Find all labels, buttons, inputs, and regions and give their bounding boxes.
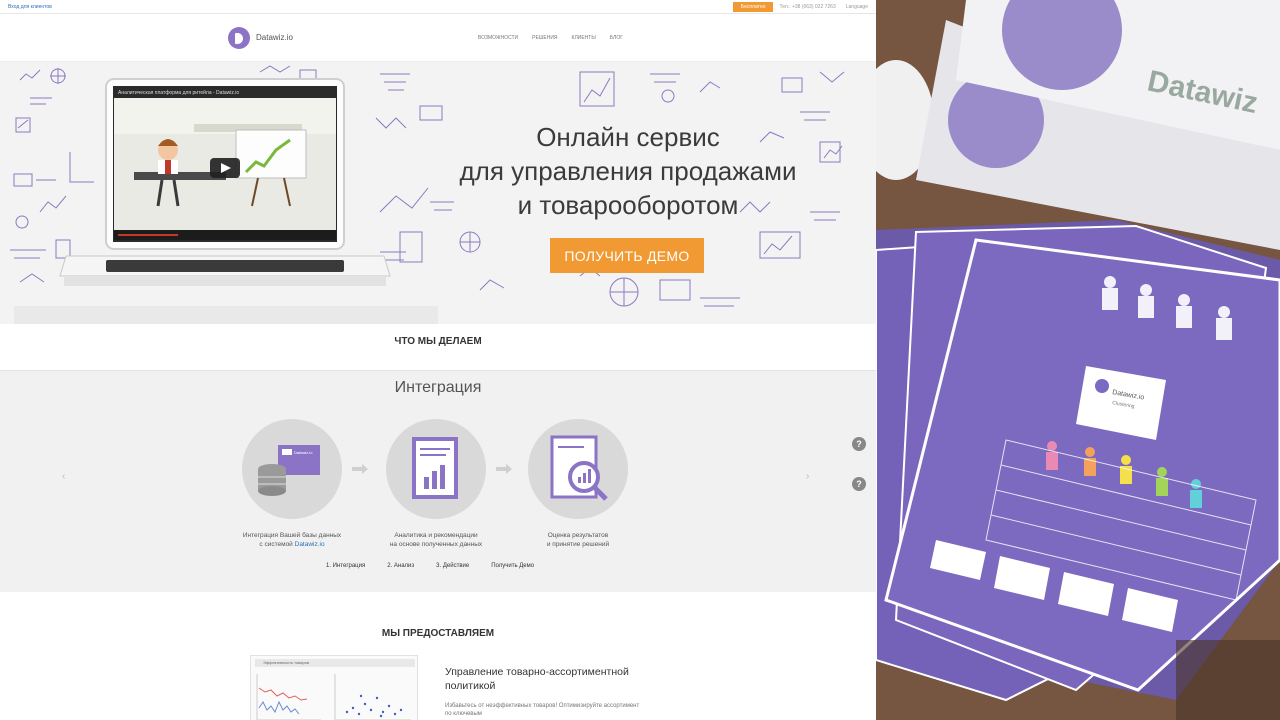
magnifier-chart-icon: [550, 435, 608, 501]
chart-thumbnail: [256, 674, 411, 720]
phone-number: Тел.: +38 (063) 022 7263: [779, 3, 836, 10]
database-icon: Datawiz.io: [258, 445, 320, 496]
product-efficiency-chart: Эффективность товаров: [250, 655, 418, 720]
tab-analysis[interactable]: 2. Анализ: [387, 563, 414, 569]
help-icon[interactable]: ?: [852, 477, 866, 491]
hero-title-line-1: Онлайн сервис: [536, 122, 720, 152]
help-icon[interactable]: ?: [852, 437, 866, 451]
arrow-right-icon: [496, 464, 512, 474]
logo-icon[interactable]: [228, 26, 250, 49]
tab-action[interactable]: 3. Действие: [436, 563, 469, 569]
report-icon: [412, 437, 458, 499]
we-provide-title: МЫ ПРЕДОСТАВЛЯЕМ: [381, 628, 495, 639]
language-selector[interactable]: Language: [846, 4, 868, 10]
integration-section: Интеграция ‹ › Datawiz.io Интеграция Ваш…: [0, 370, 876, 592]
tab-integration[interactable]: 1. Интеграция: [326, 563, 365, 569]
get-demo-button[interactable]: ПОЛУЧИТЬ ДЕМО: [550, 238, 704, 273]
nav-item-blog[interactable]: Блог: [610, 35, 623, 41]
datawiz-link[interactable]: Datawiz.io: [295, 541, 325, 548]
step-1-caption-prefix: с системой: [259, 541, 295, 548]
hero-title: Онлайн сервис для управления продажами и…: [418, 120, 838, 222]
step-3-caption: Оценка результатов и принятие решений: [508, 531, 648, 549]
step-2-caption: Аналитика и рекомендации на основе получ…: [366, 531, 506, 549]
flyers-photo-illustration: Datawiz Datawiz.io Clustering: [876, 0, 1280, 720]
mini-logo-text: Datawiz.io: [294, 450, 313, 455]
chart-header: Эффективность товаров: [255, 659, 415, 667]
integration-step-1-circle[interactable]: Datawiz.io: [242, 419, 342, 519]
arrow-right-icon: [352, 464, 368, 474]
step-2-caption-line-1: Аналитика и рекомендации: [394, 532, 478, 539]
composite-image: Вход для клиентов Бесплатно Тел.: +38 (0…: [0, 0, 1280, 720]
logo-text[interactable]: Datawiz.io: [256, 33, 293, 42]
tab-get-demo[interactable]: Получить Демо: [491, 563, 534, 569]
step-1-caption-line-1: Интеграция Вашей базы данных: [242, 532, 342, 539]
integration-tabs: 1. Интеграция 2. Анализ 3. Действие Полу…: [326, 563, 534, 569]
step-1-caption-line-2: с системой Datawiz.io: [222, 540, 362, 549]
laptop-illustration: Аналитическая платформа для ритейла - Da…: [14, 78, 438, 324]
nav-item-solutions[interactable]: Решения: [532, 35, 557, 41]
client-login-link[interactable]: Вход для клиентов: [8, 4, 52, 10]
integration-step-3-circle[interactable]: [528, 419, 628, 519]
printed-materials-photo: Datawiz Datawiz.io Clustering: [876, 0, 1280, 720]
main-nav: Возможности Решения Клиенты Блог: [478, 35, 623, 41]
step-1-caption: Интеграция Вашей базы данных с системой …: [222, 531, 362, 549]
step-2-caption-line-2: на основе полученных данных: [389, 541, 483, 548]
slider-prev-icon[interactable]: ‹: [62, 471, 65, 482]
what-we-do-title: ЧТО МЫ ДЕЛАЕМ: [394, 336, 482, 347]
hero-title-line-2: для управления продажами: [459, 156, 797, 186]
provide-text: Избавьтесь от неэффективных товаров! Опт…: [445, 703, 640, 717]
nav-item-clients[interactable]: Клиенты: [572, 35, 596, 41]
nav-item-features[interactable]: Возможности: [478, 35, 518, 41]
hero-section: Аналитическая платформа для ритейла - Da…: [0, 62, 876, 324]
slider-next-icon[interactable]: ›: [806, 471, 809, 482]
call-button[interactable]: Бесплатно: [732, 1, 774, 12]
top-bar: Вход для клиентов Бесплатно Тел.: +38 (0…: [0, 0, 876, 14]
integration-step-2-circle[interactable]: [386, 419, 486, 519]
integration-title: Интеграция: [394, 379, 482, 396]
website-screenshot: Вход для клиентов Бесплатно Тел.: +38 (0…: [0, 0, 876, 720]
provide-heading: Управление товарно-ассортиментной полити…: [445, 666, 629, 692]
hero-title-line-3: и товарооборотом: [517, 190, 739, 220]
step-3-caption-line-2: и принятие решений: [546, 541, 610, 548]
step-3-caption-line-1: Оценка результатов: [547, 532, 609, 539]
video-title: Аналитическая платформа для ритейла - Da…: [118, 89, 239, 96]
site-header: Datawiz.io Возможности Решения Клиенты Б…: [0, 14, 876, 62]
